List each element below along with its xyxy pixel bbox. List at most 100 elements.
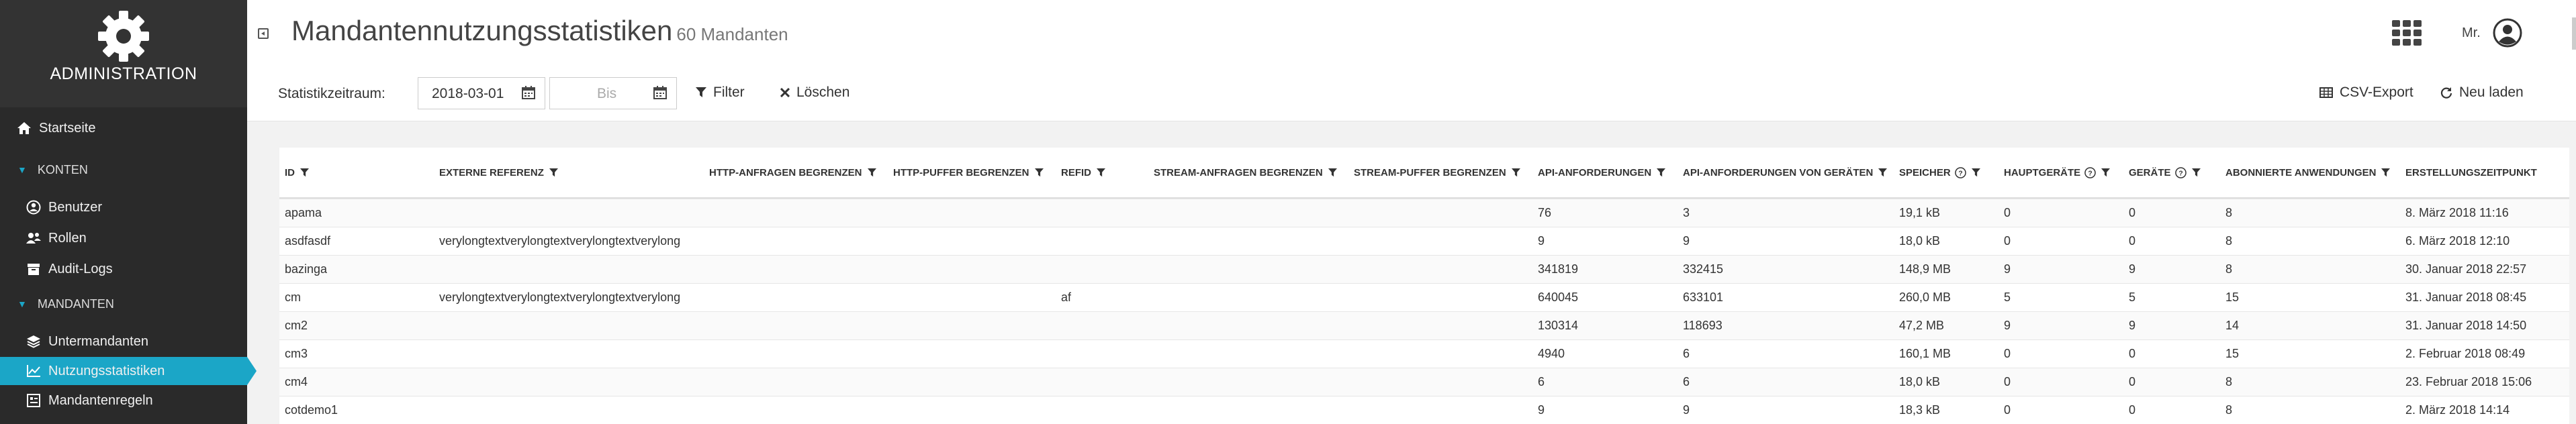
date-from-input[interactable]: 2018-03-01 xyxy=(418,77,545,109)
filter-button[interactable]: Filter xyxy=(696,85,745,101)
filter-icon[interactable] xyxy=(1034,168,1044,177)
column-header[interactable]: HTTP-ANFRAGEN BEGRENZEN xyxy=(709,148,876,197)
table-cell: 9 xyxy=(1538,403,1545,417)
rules-icon xyxy=(26,392,42,409)
column-header[interactable]: ID xyxy=(285,148,309,197)
table-cell: 6. März 2018 12:10 xyxy=(2405,234,2510,248)
csv-export-button[interactable]: CSV-Export xyxy=(2319,85,2413,101)
table-cell: 9 xyxy=(2004,319,2011,332)
column-header[interactable]: SPEICHER? xyxy=(1899,148,1980,197)
table-cell: 6 xyxy=(1538,375,1545,388)
table-cell: 5 xyxy=(2004,290,2011,304)
sidebar-item-mandantenregeln[interactable]: Mandantenregeln xyxy=(0,386,247,415)
table-cell: 0 xyxy=(2004,375,2011,388)
sidebar-item-label: Rollen xyxy=(48,230,87,246)
column-header[interactable]: HAUPTGERÄTE? xyxy=(2004,148,2111,197)
help-icon[interactable]: ? xyxy=(2084,166,2096,178)
table-row[interactable]: cm3 4940 6 160,1 MB 0 0 15 2. Februar 2018 08:4… xyxy=(279,339,2569,368)
brand: ADMINISTRATION xyxy=(0,0,247,107)
sidebar-item-rollen[interactable]: Rollen xyxy=(0,224,247,252)
column-header-label: ABONNIERTE ANWENDUNGEN xyxy=(2225,166,2377,178)
column-header[interactable]: ABONNIERTE ANWENDUNGEN xyxy=(2225,148,2391,197)
table-cell: 0 xyxy=(2129,403,2136,417)
sidebar-item-audit-logs[interactable]: Audit-Logs xyxy=(0,255,247,283)
avatar-icon[interactable] xyxy=(2493,18,2522,48)
sidebar-item-startseite[interactable]: Startseite xyxy=(0,114,247,142)
table-row[interactable]: cm verylongtextverylongtextverylongtextve… xyxy=(279,283,2569,311)
table-cell: 47,2 MB xyxy=(1899,319,1945,332)
usage-table: ID EXTERNE REFERENZ HTTP-ANFRAGEN BEGRENZE… xyxy=(279,148,2569,424)
page-title-text: Mandantennutzungsstatistiken xyxy=(291,15,673,46)
table-row[interactable]: cotdemo1 9 9 18,3 kB 0 0 8 2. März 2018 14:14 xyxy=(279,396,2569,424)
column-header[interactable]: EXTERNE REFERENZ xyxy=(439,148,558,197)
help-icon[interactable]: ? xyxy=(2174,166,2187,178)
table-cell: apama xyxy=(285,206,322,219)
column-header-label: STREAM-PUFFER BEGRENZEN xyxy=(1354,166,1506,178)
table-cell: 4940 xyxy=(1538,347,1565,360)
table-row[interactable]: asdfasdf verylongtextverylongtextverylong… xyxy=(279,227,2569,255)
chevron-down-icon: ▼ xyxy=(17,299,27,309)
sidebar-section-konten[interactable]: ▼ KONTEN xyxy=(0,156,247,184)
table-row[interactable]: cm2 130314 118693 47,2 MB 9 9 14 31. Januar 201… xyxy=(279,311,2569,339)
table-cell: 0 xyxy=(2129,347,2136,360)
table-row[interactable]: bazinga 341819 332415 148,9 MB 9 9 8 30. Januar… xyxy=(279,255,2569,283)
filter-icon[interactable] xyxy=(549,168,558,177)
table-cell: 640045 xyxy=(1538,290,1579,304)
sidebar-item-untermandanten[interactable]: Untermandanten xyxy=(0,327,247,356)
filter-icon[interactable] xyxy=(1097,168,1105,177)
sidebar-section-label: KONTEN xyxy=(37,162,88,176)
column-header[interactable]: REFID xyxy=(1061,148,1105,197)
clear-button[interactable]: Löschen xyxy=(780,85,849,101)
user-name[interactable]: Mr. xyxy=(2462,25,2481,41)
column-header-label: EXTERNE REFERENZ xyxy=(439,166,544,178)
table-cell: 0 xyxy=(2004,347,2011,360)
filter-icon[interactable] xyxy=(2191,168,2201,177)
table-cell: 160,1 MB xyxy=(1899,347,1951,360)
table-cell: bazinga xyxy=(285,262,328,276)
calendar-icon[interactable] xyxy=(653,86,667,99)
table-cell: 18,3 kB xyxy=(1899,403,1941,417)
table-cell: 130314 xyxy=(1538,319,1579,332)
sidebar-section-mandanten[interactable]: ▼ MANDANTEN xyxy=(0,290,247,318)
table-cell: 8 xyxy=(2225,403,2233,417)
table-cell: 2. März 2018 14:14 xyxy=(2405,403,2510,417)
chevron-down-icon: ▼ xyxy=(17,164,27,175)
table-row[interactable]: cm4 6 6 18,0 kB 0 0 8 23. Februar 2018 15:06 xyxy=(279,368,2569,396)
date-to-placeholder: Bis xyxy=(597,86,617,101)
filter-icon[interactable] xyxy=(300,168,309,177)
date-to-input[interactable]: Bis xyxy=(549,77,677,109)
filter-icon[interactable] xyxy=(1511,168,1520,177)
app-switcher-icon[interactable] xyxy=(2392,20,2422,46)
column-header-label: STREAM-ANFRAGEN BEGRENZEN xyxy=(1154,166,1323,178)
column-header[interactable]: HTTP-PUFFER BEGRENZEN xyxy=(893,148,1044,197)
help-icon[interactable]: ? xyxy=(1954,166,1966,178)
collapse-sidebar-icon[interactable] xyxy=(258,28,269,39)
filter-icon[interactable] xyxy=(1878,168,1888,177)
column-header[interactable]: STREAM-PUFFER BEGRENZEN xyxy=(1354,148,1520,197)
filter-icon[interactable] xyxy=(1328,168,1337,177)
column-header[interactable]: API-ANFORDERUNGEN xyxy=(1538,148,1666,197)
refresh-icon xyxy=(2440,87,2452,99)
filter-icon[interactable] xyxy=(1971,168,1980,177)
table-cell: asdfasdf xyxy=(285,234,331,248)
reload-button[interactable]: Neu laden xyxy=(2440,85,2524,101)
table-cell: 8. März 2018 11:16 xyxy=(2405,206,2509,219)
sidebar-item-benutzer[interactable]: Benutzer xyxy=(0,193,247,221)
filter-icon[interactable] xyxy=(2381,168,2391,177)
table-cell: 148,9 MB xyxy=(1899,262,1951,276)
filter-icon[interactable] xyxy=(2101,168,2111,177)
sidebar-item-nutzungsstatistiken[interactable]: Nutzungsstatistiken xyxy=(0,357,257,385)
table-cell: 0 xyxy=(2129,375,2136,388)
column-header[interactable]: API-ANFORDERUNGEN VON GERÄTEN xyxy=(1683,148,1888,197)
column-header[interactable]: GERÄTE? xyxy=(2129,148,2201,197)
table-cell: af xyxy=(1061,290,1072,304)
table-row[interactable]: apama 76 3 19,1 kB 0 0 8 8. März 2018 11:16 xyxy=(279,199,2569,227)
filter-icon[interactable] xyxy=(1657,168,1666,177)
filter-icon[interactable] xyxy=(867,168,876,177)
csv-export-label: CSV-Export xyxy=(2340,85,2413,100)
column-header[interactable]: ERSTELLUNGSZEITPUNKT xyxy=(2405,148,2537,197)
column-header[interactable]: STREAM-ANFRAGEN BEGRENZEN xyxy=(1154,148,1337,197)
calendar-icon[interactable] xyxy=(522,86,535,99)
table-cell: 260,0 MB xyxy=(1899,290,1951,304)
sidebar-item-label: Mandantenregeln xyxy=(48,392,153,408)
